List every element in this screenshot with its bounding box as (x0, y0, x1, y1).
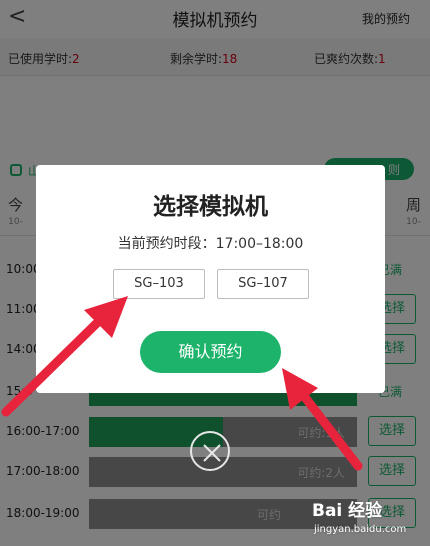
arrow-to-sg103-icon (1, 296, 128, 417)
baidu-logo: Bai 经验 (312, 501, 383, 521)
annotation-arrows (1, 296, 363, 471)
arrow-to-confirm-icon (282, 368, 363, 471)
baidu-watermark: Bai 经验 jingyan.baidu.com (312, 496, 424, 542)
baidu-url: jingyan.baidu.com (314, 524, 407, 535)
